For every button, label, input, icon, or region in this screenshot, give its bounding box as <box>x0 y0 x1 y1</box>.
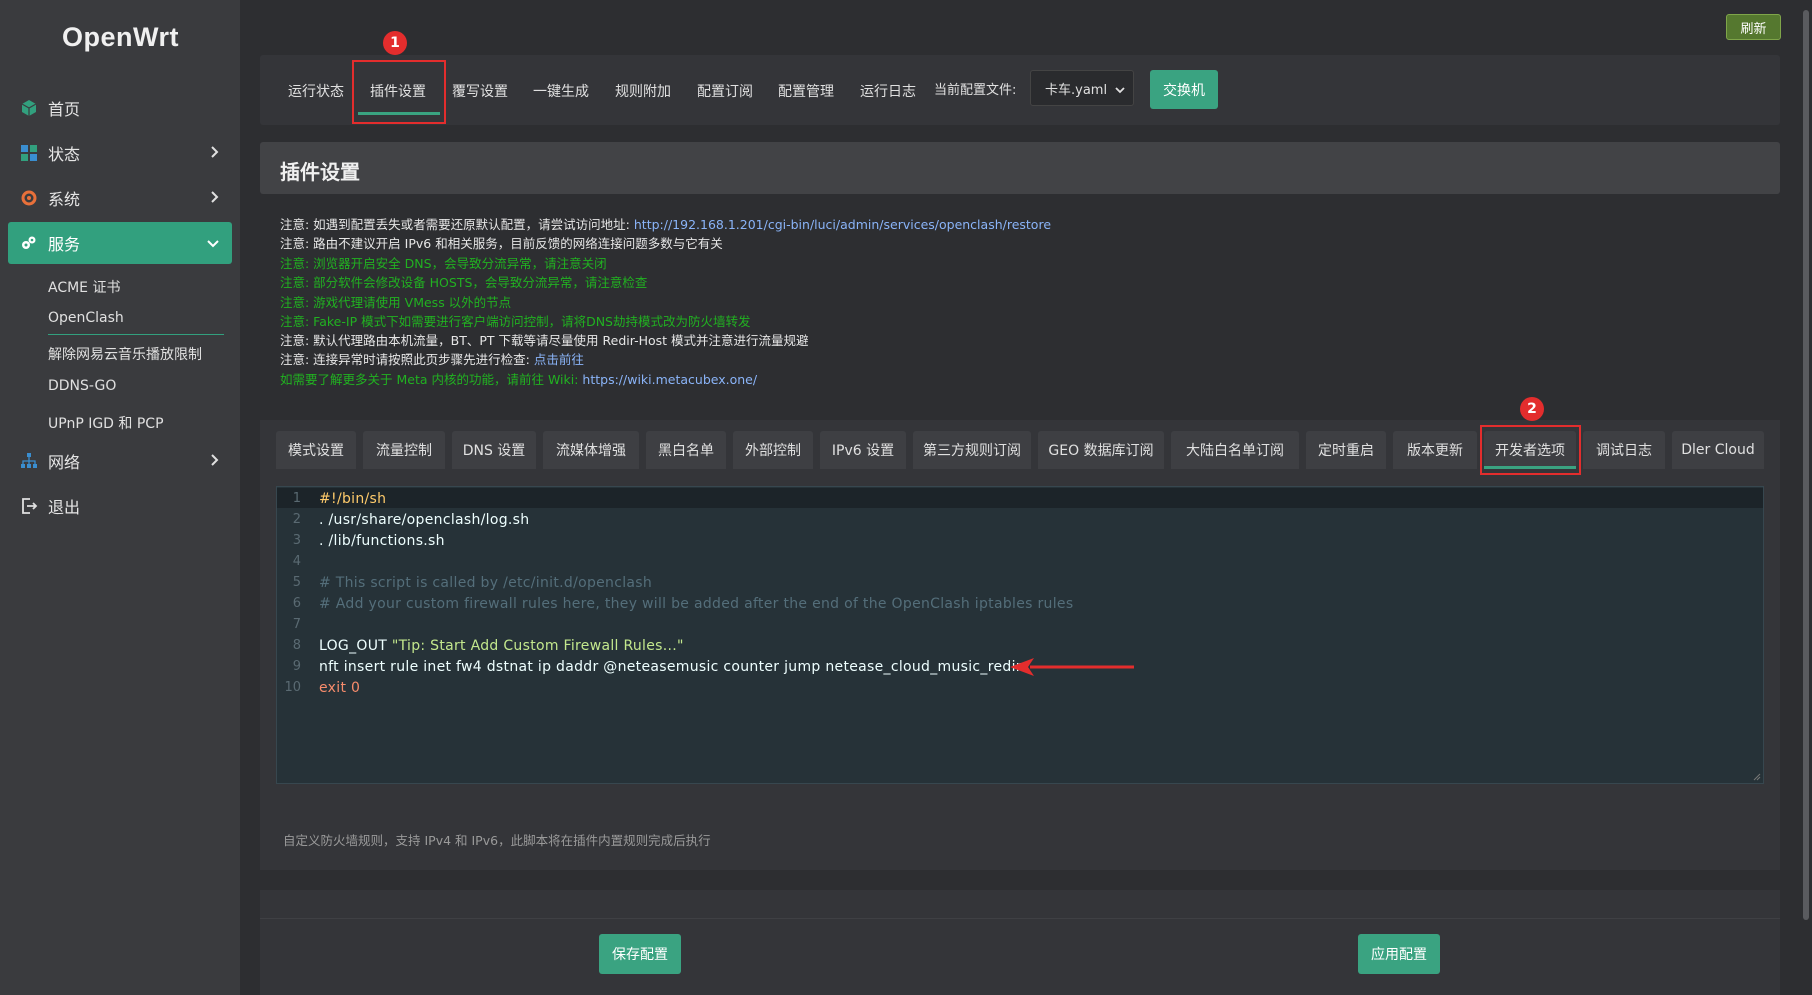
sidebar-item-label: 系统 <box>48 190 81 209</box>
gear-icon <box>20 189 38 207</box>
note-vmess: 注意: 游戏代理请使用 VMess 以外的节点 <box>280 295 512 310</box>
sidebar-item-home[interactable]: 首页 <box>8 87 232 129</box>
openwrt-logo[interactable]: OpenWrt <box>62 22 179 53</box>
code-line: 8 LOG_OUT "Tip: Start Add Custom Firewall… <box>292 637 684 654</box>
red-arrow-annotation <box>1010 658 1134 676</box>
sidebar-item-status[interactable]: 状态 <box>8 132 232 174</box>
sidebar-item-network[interactable]: 网络 <box>8 440 232 482</box>
note-secure-dns: 注意: 浏览器开启安全 DNS，会导致分流异常，请注意关闭 <box>280 256 607 271</box>
divider <box>260 918 1780 919</box>
section-title-bar <box>260 142 1780 194</box>
code-line: 5 # This script is called by /etc/init.d/… <box>292 574 653 591</box>
annotation-box-1 <box>352 60 446 124</box>
tab-config-subscribe[interactable]: 配置订阅 <box>697 81 753 101</box>
sidebar-subitem-acme[interactable]: ACME 证书 <box>48 277 120 297</box>
switch-config-button[interactable]: 交换机 <box>1150 70 1218 109</box>
page-scrollbar[interactable] <box>1800 0 1812 995</box>
sidebar-item-services[interactable]: 服务 <box>8 222 232 264</box>
active-subitem-underline <box>48 334 224 335</box>
sidebar-subitem-unblock-netease[interactable]: 解除网易云音乐播放限制 <box>48 344 202 364</box>
note-meta-wiki: 如需要了解更多关于 Meta 内核的功能，请前往 Wiki: https://w… <box>280 372 758 387</box>
config-file-value: 卡车.yaml <box>1045 82 1108 98</box>
sidebar-item-label: 服务 <box>48 235 81 254</box>
tab-one-click-generate[interactable]: 一键生成 <box>533 81 589 101</box>
subtab-streaming[interactable]: 流媒体增强 <box>543 431 639 469</box>
refresh-button[interactable]: 刷新 <box>1726 14 1781 40</box>
sidebar-item-system[interactable]: 系统 <box>8 177 232 219</box>
tab-override-settings[interactable]: 覆写设置 <box>452 81 508 101</box>
annotation-badge-2: 2 <box>1520 397 1544 421</box>
network-icon <box>20 452 38 470</box>
resize-handle-icon[interactable] <box>1753 773 1761 781</box>
subtab-version-update[interactable]: 版本更新 <box>1393 431 1477 469</box>
code-line: 10 exit 0 <box>284 679 361 696</box>
action-bar <box>260 890 1780 995</box>
sidebar-item-label: 退出 <box>48 498 81 517</box>
annotation-box-2 <box>1480 425 1581 475</box>
chevron-right-icon <box>210 452 220 471</box>
custom-firewall-script-editor[interactable]: 1 #!/bin/sh 2. /usr/share/openclash/log.s… <box>276 486 1764 784</box>
subtab-traffic-control[interactable]: 流量控制 <box>363 431 445 469</box>
subtab-external-control[interactable]: 外部控制 <box>733 431 813 469</box>
sidebar-item-logout[interactable]: 退出 <box>8 485 232 527</box>
config-file-select[interactable]: 卡车.yaml <box>1030 70 1134 106</box>
sidebar-subitem-ddns-go[interactable]: DDNS-GO <box>48 378 116 394</box>
subtab-dns-settings[interactable]: DNS 设置 <box>452 431 536 469</box>
note-ipv6: 注意: 路由不建议开启 IPv6 和相关服务，目前反馈的网络连接问题多数与它有关 <box>280 236 723 251</box>
subtab-ipv6-settings[interactable]: IPv6 设置 <box>820 431 906 469</box>
chevron-right-icon <box>210 189 220 208</box>
code-line: 3. /lib/functions.sh <box>292 532 445 549</box>
tab-rule-append[interactable]: 规则附加 <box>615 81 671 101</box>
code-line: 6 # Add your custom firewall rules here, … <box>292 595 1074 612</box>
page-title: 插件设置 <box>280 160 360 184</box>
sidebar: OpenWrt 首页 状态 系统 服务 ACME 证书 OpenClash 解除… <box>0 0 240 995</box>
subtab-debug-log[interactable]: 调试日志 <box>1583 431 1665 469</box>
subtab-mode-settings[interactable]: 模式设置 <box>276 431 356 469</box>
sidebar-subitem-upnp[interactable]: UPnP IGD 和 PCP <box>48 413 164 433</box>
annotation-badge-1: 1 <box>383 31 407 55</box>
restore-link[interactable]: http://192.168.1.201/cgi-bin/luci/admin/… <box>634 217 1051 232</box>
sidebar-item-label: 首页 <box>48 100 81 119</box>
puzzle-icon <box>20 234 38 252</box>
note-restore: 注意: 如遇到配置丢失或者需要还原默认配置，请尝试访问地址: http://19… <box>280 217 1052 232</box>
save-config-button[interactable]: 保存配置 <box>599 934 681 974</box>
sidebar-subitem-openclash[interactable]: OpenClash <box>48 310 124 326</box>
note-fakeip: 注意: Fake-IP 模式下如需要进行客户端访问控制，请将DNS劫持模式改为防… <box>280 314 751 329</box>
code-line: 2. /usr/share/openclash/log.sh <box>292 511 530 528</box>
subtab-black-white-list[interactable]: 黑白名单 <box>646 431 726 469</box>
editor-help-text: 自定义防火墙规则，支持 IPv4 和 IPv6，此脚本将在插件内置规则完成后执行 <box>283 833 711 848</box>
sidebar-item-label: 网络 <box>48 453 81 472</box>
subtab-china-whitelist[interactable]: 大陆白名单订阅 <box>1171 431 1299 469</box>
note-redir-host: 注意: 默认代理路由本机流量，BT、PT 下载等请尽量使用 Redir-Host… <box>280 333 809 348</box>
code-line: 7 <box>292 617 301 632</box>
subtab-third-party-rules[interactable]: 第三方规则订阅 <box>913 431 1031 469</box>
scrollbar-thumb[interactable] <box>1803 10 1809 920</box>
code-line: 1 #!/bin/sh <box>292 490 387 507</box>
note-connection-check: 注意: 连接异常时请按照此页步骤先进行检查: 点击前往 <box>280 352 584 367</box>
chevron-right-icon <box>210 144 220 163</box>
note-hosts: 注意: 部分软件会修改设备 HOSTS，会导致分流异常，请注意检查 <box>280 275 648 290</box>
chevron-down-icon <box>1115 83 1125 98</box>
tab-run-status[interactable]: 运行状态 <box>288 81 344 101</box>
apply-config-button[interactable]: 应用配置 <box>1358 934 1440 974</box>
cube-icon <box>20 99 38 117</box>
check-link[interactable]: 点击前往 <box>534 352 584 367</box>
code-line: 4 <box>292 554 301 569</box>
chevron-down-icon <box>206 234 220 253</box>
current-config-label: 当前配置文件: <box>934 83 1017 98</box>
wiki-link[interactable]: https://wiki.metacubex.one/ <box>582 372 757 387</box>
sidebar-item-label: 状态 <box>48 145 81 164</box>
subtab-dler-cloud[interactable]: Dler Cloud <box>1672 431 1764 469</box>
subtab-geo-database[interactable]: GEO 数据库订阅 <box>1038 431 1164 469</box>
grid-icon <box>20 144 38 162</box>
tab-run-log[interactable]: 运行日志 <box>860 81 916 101</box>
subtab-scheduled-restart[interactable]: 定时重启 <box>1306 431 1386 469</box>
logout-icon <box>20 497 38 515</box>
tab-config-manage[interactable]: 配置管理 <box>778 81 834 101</box>
